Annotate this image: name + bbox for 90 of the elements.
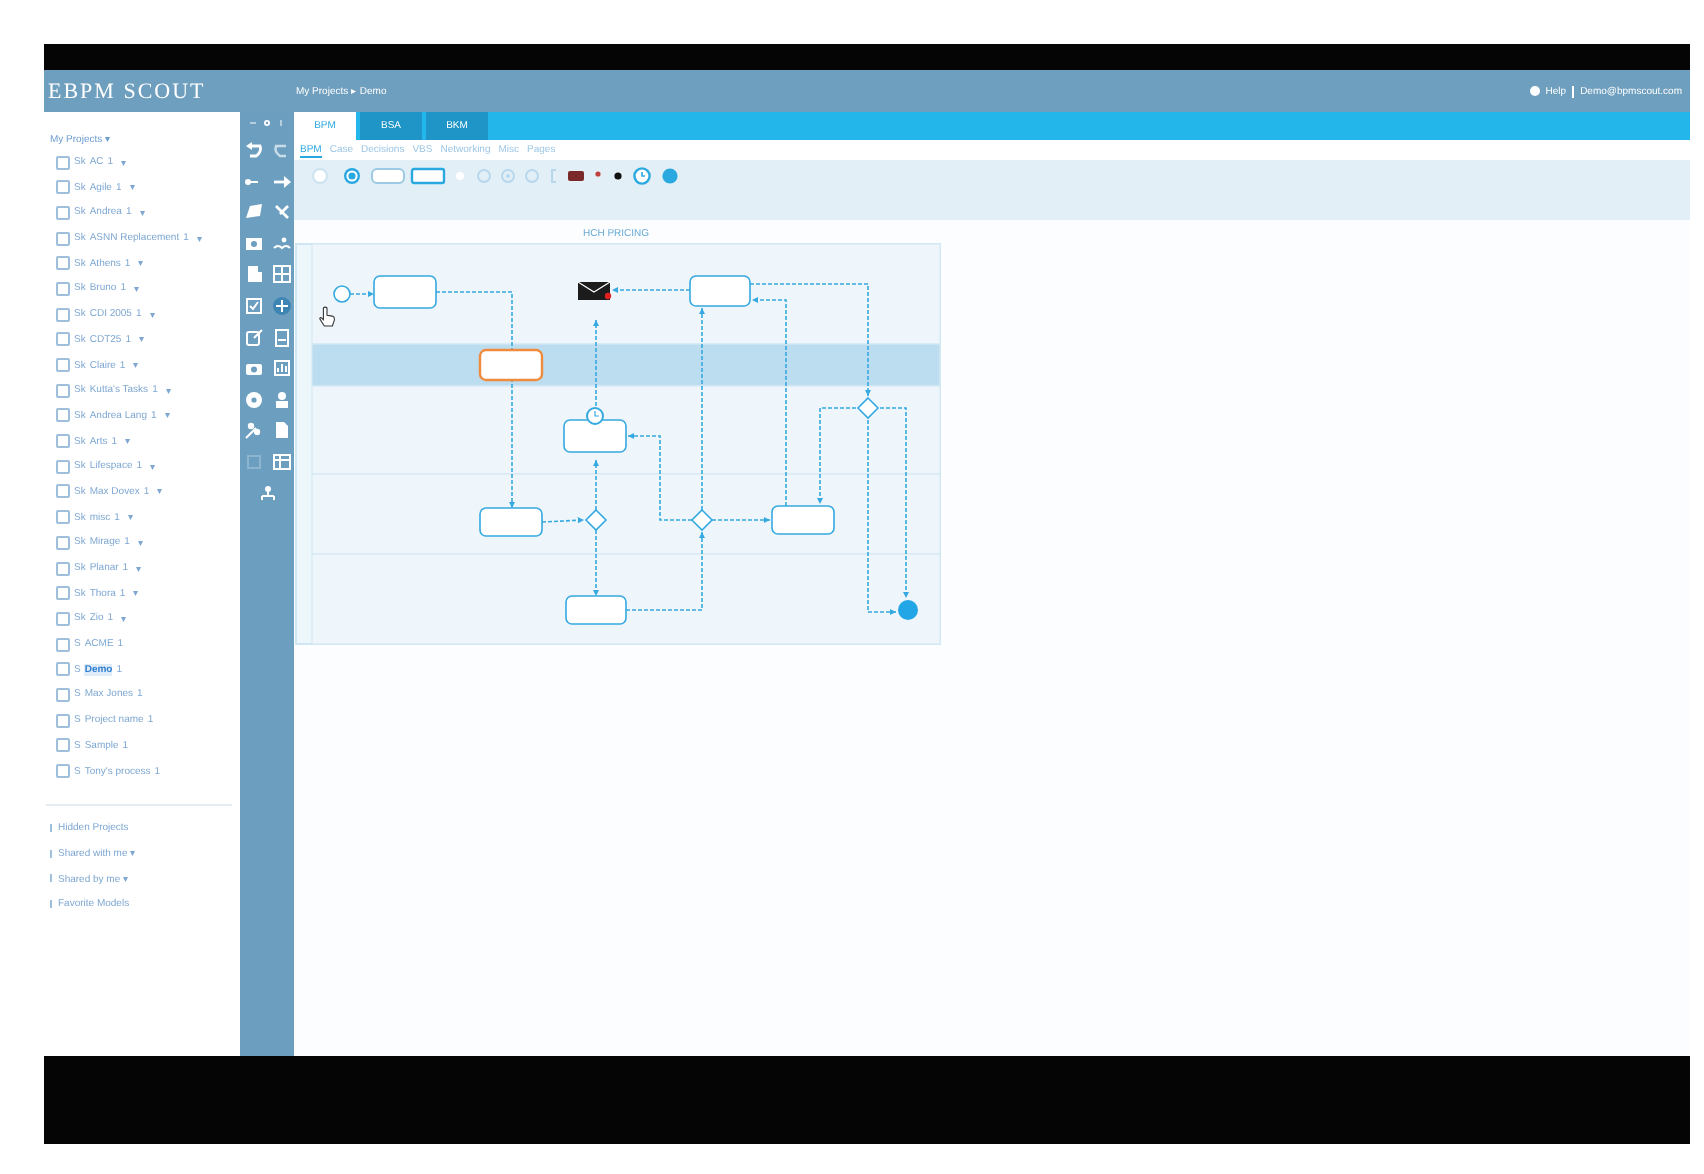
arrow-icon[interactable] xyxy=(271,171,291,192)
task[interactable] xyxy=(373,275,437,309)
start-event-icon[interactable] xyxy=(306,166,334,186)
task[interactable] xyxy=(478,348,544,382)
intermediate-event-icon[interactable] xyxy=(338,166,366,186)
connector[interactable] xyxy=(592,459,600,511)
connector[interactable] xyxy=(749,283,872,397)
checkbox[interactable] xyxy=(56,637,70,652)
document-icon[interactable] xyxy=(243,264,263,285)
undo-icon[interactable] xyxy=(243,140,263,161)
checkbox[interactable] xyxy=(56,687,70,702)
start-event[interactable] xyxy=(333,285,351,303)
app-logo[interactable]: EBPM SCOUT xyxy=(48,79,288,103)
gateway[interactable] xyxy=(856,396,880,420)
note-icon[interactable] xyxy=(271,327,291,348)
redo-icon[interactable] xyxy=(271,140,291,161)
checkbox[interactable] xyxy=(56,738,70,753)
checkbox[interactable] xyxy=(56,713,70,728)
checkbox[interactable] xyxy=(56,281,70,296)
envelope-icon[interactable] xyxy=(577,281,612,300)
checkbox[interactable] xyxy=(56,155,70,169)
checkbox[interactable] xyxy=(56,383,70,398)
connector[interactable] xyxy=(867,419,897,616)
grid-icon[interactable] xyxy=(271,264,291,285)
disc-icon[interactable] xyxy=(243,389,263,410)
empty-slot-icon[interactable] xyxy=(243,452,263,473)
connector[interactable] xyxy=(711,516,771,524)
checkbox[interactable] xyxy=(56,231,70,246)
hand-cursor-icon xyxy=(318,306,336,328)
connector[interactable] xyxy=(627,432,693,521)
end-event-icon[interactable] xyxy=(658,166,682,186)
swimlane[interactable] xyxy=(311,553,941,645)
checkbox[interactable] xyxy=(56,662,70,677)
person-icon[interactable] xyxy=(271,389,291,410)
connector[interactable] xyxy=(816,407,857,505)
checkbox[interactable] xyxy=(56,408,70,423)
task[interactable] xyxy=(771,505,835,535)
swimlane[interactable] xyxy=(311,343,941,387)
connector[interactable] xyxy=(751,296,787,507)
gateway[interactable] xyxy=(690,508,714,532)
checkbox[interactable] xyxy=(56,510,70,525)
swimlane[interactable] xyxy=(311,473,941,555)
sitemap-icon[interactable] xyxy=(257,483,277,504)
checkbox[interactable] xyxy=(56,561,70,575)
task-shape-icon[interactable] xyxy=(370,166,406,186)
checkbox[interactable] xyxy=(56,180,70,195)
subprocess-shape-icon[interactable] xyxy=(410,166,446,186)
camera-icon[interactable] xyxy=(243,358,263,379)
checkbox[interactable] xyxy=(56,434,70,449)
checkbox[interactable] xyxy=(56,611,70,626)
checkbox[interactable] xyxy=(56,535,70,550)
task[interactable] xyxy=(563,419,627,453)
minus-icon[interactable] xyxy=(248,118,258,128)
connector[interactable] xyxy=(592,529,600,597)
help-icon[interactable] xyxy=(1529,86,1540,96)
checkbox[interactable] xyxy=(56,586,70,601)
connector[interactable] xyxy=(625,531,706,611)
checkbox[interactable] xyxy=(56,358,70,372)
edit-icon[interactable] xyxy=(243,327,263,348)
checkbox[interactable] xyxy=(56,332,70,347)
gear-icon[interactable] xyxy=(262,118,272,128)
dot-icon[interactable] xyxy=(610,166,626,186)
tools-icon[interactable] xyxy=(271,202,291,223)
checkbox[interactable] xyxy=(56,764,70,778)
swimmer-icon[interactable] xyxy=(271,233,291,254)
task[interactable] xyxy=(565,595,627,625)
image-icon[interactable] xyxy=(243,233,263,254)
checkbox[interactable] xyxy=(56,205,70,220)
chart-icon[interactable] xyxy=(271,358,291,379)
checkbox[interactable] xyxy=(56,307,70,322)
end-event[interactable] xyxy=(898,600,918,620)
people-icon[interactable] xyxy=(243,420,263,441)
task[interactable] xyxy=(479,507,543,537)
timer-icon xyxy=(586,407,604,425)
connector[interactable] xyxy=(698,307,706,511)
connector[interactable] xyxy=(349,290,375,298)
connector[interactable] xyxy=(592,319,600,407)
swimlane[interactable] xyxy=(311,385,941,475)
checkbox-icon[interactable] xyxy=(243,296,263,317)
table-icon[interactable] xyxy=(271,452,291,473)
checkbox[interactable] xyxy=(56,256,70,271)
gateway[interactable] xyxy=(584,508,608,532)
checkbox[interactable] xyxy=(56,459,70,474)
checkbox[interactable] xyxy=(56,484,70,499)
envelope-icon[interactable] xyxy=(566,166,586,186)
gateway-shape-icon[interactable] xyxy=(450,166,470,186)
connector[interactable] xyxy=(879,407,910,599)
connector[interactable] xyxy=(435,291,516,509)
connector[interactable] xyxy=(541,517,585,524)
task[interactable] xyxy=(689,275,751,307)
